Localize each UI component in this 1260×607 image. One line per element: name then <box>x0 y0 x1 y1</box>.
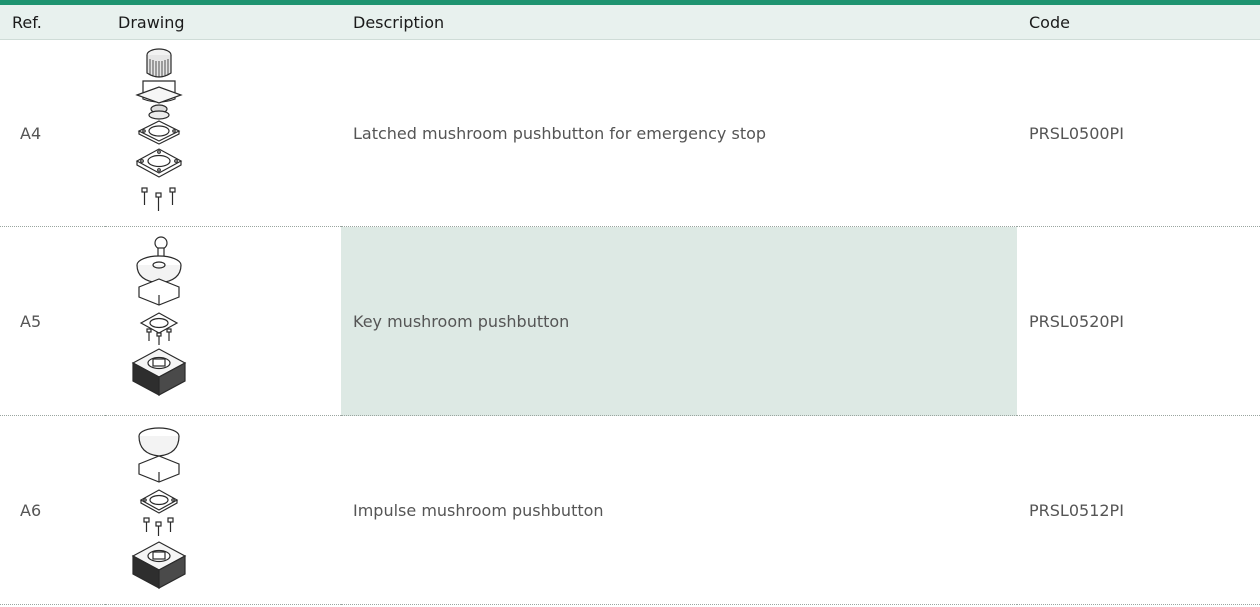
table-row: A5 Key mushroom pushbutton PRSL0520PI <box>0 226 1260 416</box>
header-drawing: Drawing <box>105 5 341 40</box>
parts-table: Ref. Drawing Description Code A4 Latched… <box>0 5 1260 605</box>
table-header-row: Ref. Drawing Description Code <box>0 5 1260 40</box>
table-row: A4 Latched mushroom pushbutton for emerg… <box>0 39 1260 227</box>
row-ref: A4 <box>0 39 105 227</box>
row-code: PRSL0512PI <box>1017 415 1260 605</box>
header-ref: Ref. <box>0 5 105 40</box>
row-description: Key mushroom pushbutton <box>341 226 1017 416</box>
key-mushroom-pushbutton-drawing <box>131 236 187 397</box>
header-code: Code <box>1017 5 1260 40</box>
row-code: PRSL0520PI <box>1017 226 1260 416</box>
latched-mushroom-pushbutton-drawing <box>135 48 183 211</box>
header-description: Description <box>341 5 1017 40</box>
table-row: A6 Impulse mushroom pushbutton PRSL0512P… <box>0 415 1260 605</box>
row-description: Latched mushroom pushbutton for emergenc… <box>341 39 1017 227</box>
row-ref: A6 <box>0 415 105 605</box>
row-ref: A5 <box>0 226 105 416</box>
impulse-mushroom-pushbutton-drawing <box>131 427 187 590</box>
row-code: PRSL0500PI <box>1017 39 1260 227</box>
row-description: Impulse mushroom pushbutton <box>341 415 1017 605</box>
